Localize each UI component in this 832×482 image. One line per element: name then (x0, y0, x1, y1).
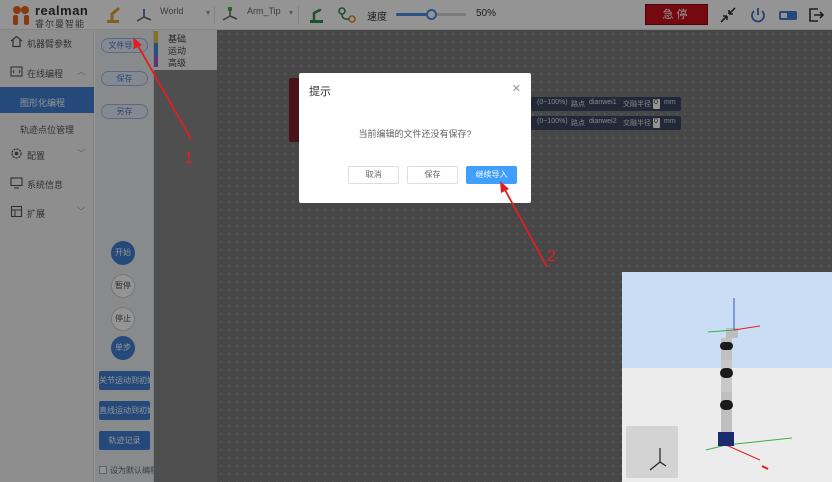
unsaved-file-dialog: 提示 ✕ 当前编辑的文件还没有保存? 取消 保存 继续导入 (299, 73, 531, 203)
annotation-step-2: 2 (547, 248, 556, 265)
dialog-save-button[interactable]: 保存 (407, 166, 458, 184)
annotation-step-1: 1 (184, 150, 193, 167)
robot-3d-viewport[interactable] (622, 272, 832, 482)
dialog-title: 提示 (309, 86, 331, 98)
dialog-message: 当前编辑的文件还没有保存? (358, 129, 472, 139)
axis-gizmo[interactable] (626, 426, 678, 478)
close-icon[interactable]: ✕ (512, 82, 521, 95)
dialog-continue-import-button[interactable]: 继续导入 (466, 166, 517, 184)
axis-gizmo-icon (649, 448, 667, 471)
dialog-cancel-button[interactable]: 取消 (348, 166, 399, 184)
